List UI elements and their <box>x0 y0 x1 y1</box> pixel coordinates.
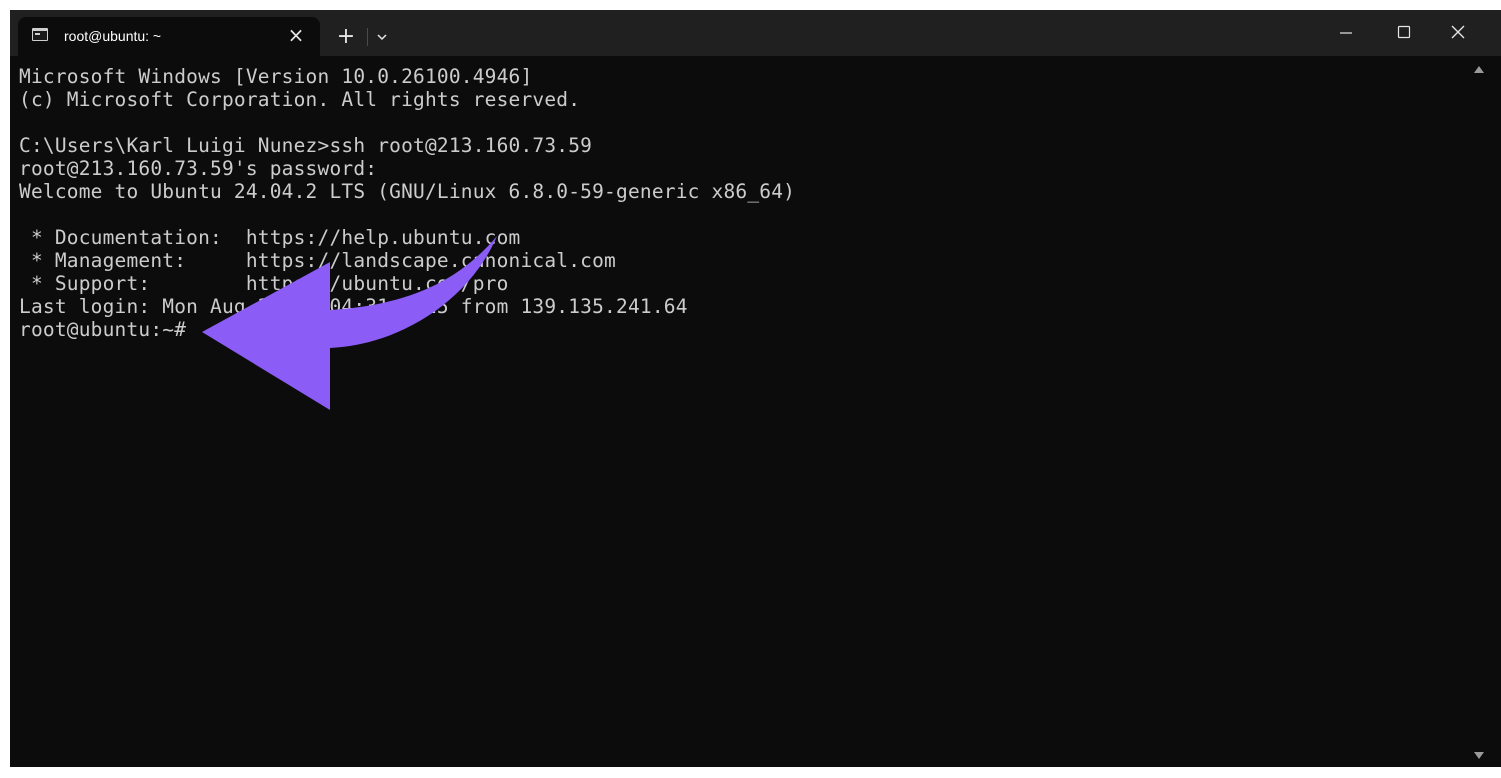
terminal-icon <box>32 28 48 41</box>
maximize-icon <box>1397 25 1411 39</box>
tab-divider <box>367 28 368 46</box>
terminal-line: Welcome to Ubuntu 24.04.2 LTS (GNU/Linux… <box>19 180 796 203</box>
chevron-down-icon <box>377 34 387 41</box>
new-tab-button[interactable]: + <box>332 24 360 50</box>
terminal-line: Last login: Mon Aug 25 07:04:31 2025 fro… <box>19 295 688 318</box>
title-bar[interactable]: root@ubuntu: ~ × + <box>10 10 1501 56</box>
minimize-button[interactable] <box>1326 18 1366 48</box>
tab-root-ubuntu[interactable]: root@ubuntu: ~ × <box>18 17 320 56</box>
scroll-up-arrow-icon[interactable] <box>1473 65 1485 75</box>
terminal-line: * Support: https://ubuntu.com/pro <box>19 272 509 295</box>
tab-close-button[interactable]: × <box>284 23 308 47</box>
maximize-button[interactable] <box>1384 18 1424 48</box>
close-icon <box>1451 25 1465 39</box>
shell-prompt: root@ubuntu:~# <box>19 318 187 341</box>
terminal-window: root@ubuntu: ~ × + Microsoft Windows [Ve… <box>10 10 1501 767</box>
tab-title: root@ubuntu: ~ <box>64 28 162 44</box>
terminal-output[interactable]: Microsoft Windows [Version 10.0.26100.49… <box>10 56 1470 767</box>
scrollbar[interactable] <box>1470 56 1501 767</box>
scroll-down-arrow-icon[interactable] <box>1473 750 1485 760</box>
minimize-icon <box>1340 32 1352 34</box>
terminal-line: root@213.160.73.59's password: <box>19 157 378 180</box>
terminal-line: * Documentation: https://help.ubuntu.com <box>19 226 521 249</box>
terminal-line: Microsoft Windows [Version 10.0.26100.49… <box>19 65 533 88</box>
tab-dropdown-button[interactable] <box>372 26 392 48</box>
terminal-line: * Management: https://landscape.canonica… <box>19 249 616 272</box>
terminal-line: C:\Users\Karl Luigi Nunez>ssh root@213.1… <box>19 134 593 157</box>
terminal-line: (c) Microsoft Corporation. All rights re… <box>19 88 581 111</box>
close-window-button[interactable] <box>1438 18 1478 48</box>
